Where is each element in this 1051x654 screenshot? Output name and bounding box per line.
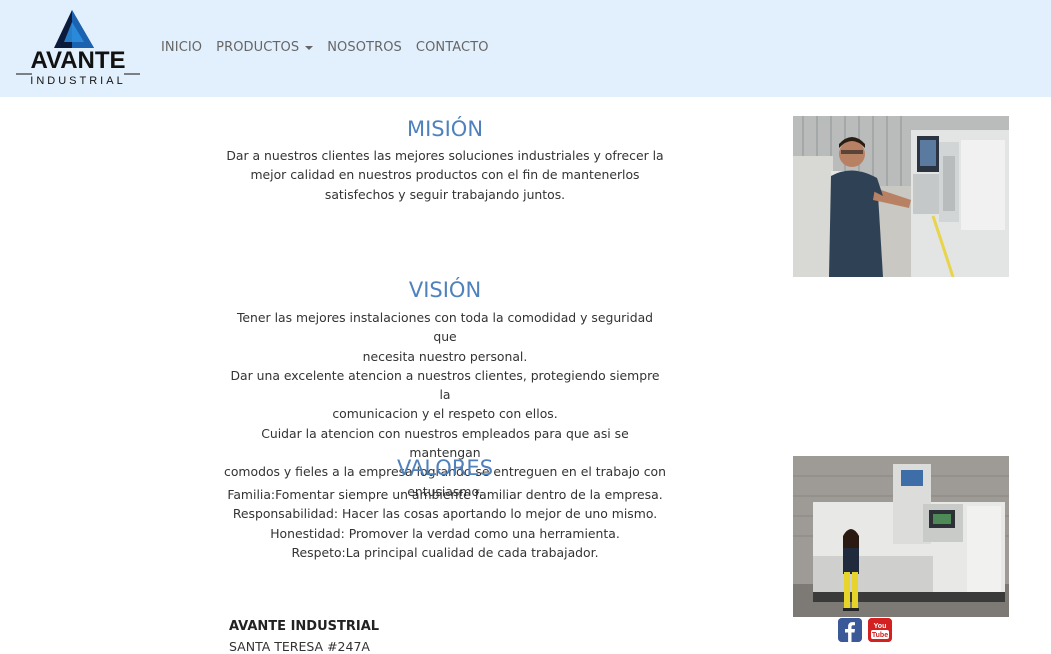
brand-tagline: INDUSTRIAL (30, 75, 125, 87)
vision-line: comunicacion y el respeto con ellos. (332, 406, 558, 422)
footer-address: SANTA TERESA #247A (229, 639, 370, 654)
youtube-text-bottom: Tube (872, 632, 888, 639)
mision-section: MISIÓN Dar a nuestros clientes las mejor… (224, 117, 666, 204)
mision-title: MISIÓN (406, 117, 484, 141)
nav-productos[interactable]: PRODUCTOS (216, 40, 314, 55)
youtube-text-top: You (874, 623, 887, 630)
valores-line: Honestidad: Promover la verdad como una … (270, 525, 620, 541)
valores-title: VALORES (396, 456, 494, 480)
photo-woman-machine (793, 456, 1009, 617)
nav-productos-label: PRODUCTOS (216, 40, 300, 55)
mision-text: Dar a nuestros clientes las mejores solu… (224, 146, 666, 204)
caret-down-icon (305, 45, 314, 50)
nav-contacto[interactable]: CONTACTO (416, 40, 489, 55)
mision-line: Dar a nuestros clientes las mejores solu… (226, 148, 664, 163)
vision-line: necesita nuestro personal. (362, 348, 528, 364)
brand-name: AVANTE (30, 47, 125, 74)
navbar: AVANTE INDUSTRIAL INICIO PRODUCTOS NOSOT… (0, 0, 1051, 97)
mision-line: satisfechos y seguir trabajando juntos. (324, 186, 566, 202)
vision-line: Dar una excelente atencion a nuestros cl… (230, 367, 660, 403)
valores-text: Familia:Fomentar siempre un ambiente fam… (224, 485, 666, 562)
vision-line: Tener las mejores instalaciones con toda… (236, 310, 654, 345)
vision-title: VISIÓN (408, 278, 482, 302)
valores-line: Respeto:La principal cualidad de cada tr… (291, 544, 599, 560)
nav-nosotros[interactable]: NOSOTROS (327, 40, 402, 55)
main-nav: INICIO PRODUCTOS NOSOTROS CONTACTO (161, 40, 503, 55)
valores-line: Responsabilidad: Hacer las cosas aportan… (232, 506, 658, 522)
facebook-icon[interactable] (838, 618, 862, 642)
photo-operator-cnc (793, 116, 1009, 277)
youtube-icon[interactable]: You Tube (868, 618, 892, 642)
valores-section: VALORES Familia:Fomentar siempre un ambi… (224, 456, 666, 562)
valores-line: Familia:Fomentar siempre un ambiente fam… (227, 487, 663, 502)
nav-inicio[interactable]: INICIO (161, 40, 202, 55)
brand-logo[interactable]: AVANTE INDUSTRIAL (14, 8, 142, 88)
mision-line: mejor calidad en nuestros productos con … (250, 167, 640, 183)
vision-line: Cuidar la atencion con nuestros empleado… (261, 425, 629, 461)
footer-company-name: AVANTE INDUSTRIAL (229, 619, 380, 634)
